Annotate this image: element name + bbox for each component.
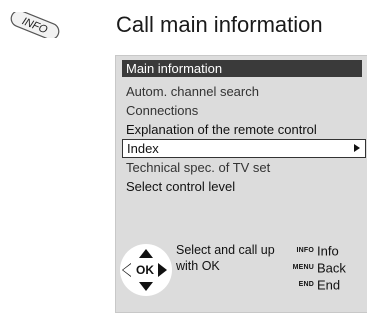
menu-item-label: Autom. channel search (126, 84, 259, 99)
arrow-up-icon (139, 249, 153, 258)
menu-item-label: Index (127, 141, 159, 156)
info-key-icon: INFO (2, 12, 68, 38)
menu-item-select-control-level[interactable]: Select control level (122, 177, 366, 196)
menu-item-label: Connections (126, 103, 199, 118)
menu-item-label: Explanation of the remote control (126, 122, 317, 137)
menu-item-index[interactable]: Index (122, 139, 366, 158)
key-row-end: END End (288, 276, 367, 293)
menu-item-autom-channel-search[interactable]: Autom. channel search (122, 82, 366, 101)
end-key-tag: END (298, 281, 314, 289)
page-title: Call main information (116, 12, 323, 37)
submenu-arrow-icon (354, 144, 360, 152)
arrow-down-icon (139, 282, 153, 291)
menu-header: Main information (122, 60, 362, 77)
menu-item-explanation-remote[interactable]: Explanation of the remote control (122, 120, 366, 139)
menu-list: Autom. channel search Connections Explan… (122, 82, 366, 196)
key-desc: Back (317, 260, 346, 276)
ok-label: OK (136, 263, 154, 277)
menu-item-label: Technical spec. of TV set (126, 160, 271, 175)
info-key-tag: INFO (296, 247, 314, 255)
key-desc: End (317, 277, 341, 293)
tv-screen-menu: Main information Autom. channel search C… (115, 55, 367, 313)
key-desc: Info (317, 243, 339, 259)
help-instruction: Select and call up with OK (176, 243, 275, 273)
menu-item-technical-spec[interactable]: Technical spec. of TV set (122, 158, 366, 177)
arrow-right-icon (158, 263, 167, 277)
key-row-menu: MENU Back (288, 259, 367, 276)
menu-item-connections[interactable]: Connections (122, 101, 366, 120)
key-legend: INFO Info MENU Back END End (288, 242, 367, 293)
key-row-info: INFO Info (288, 242, 367, 259)
ok-navigation-pad-icon: OK (120, 244, 172, 296)
menu-item-label: Select control level (126, 179, 236, 194)
help-panel: OK Select and call up with OK INFO Info M… (120, 238, 366, 304)
menu-key-tag: MENU (292, 264, 314, 272)
